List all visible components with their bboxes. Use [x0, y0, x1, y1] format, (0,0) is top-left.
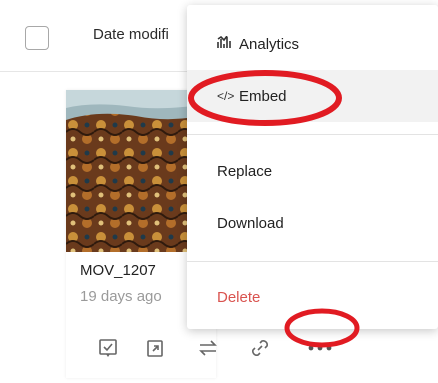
select-all-checkbox[interactable] — [25, 26, 49, 50]
menu-divider — [187, 134, 438, 135]
more-options-icon[interactable] — [304, 336, 336, 360]
card-action-bar — [66, 336, 366, 362]
link-icon[interactable] — [248, 336, 272, 360]
menu-item-embed[interactable]: </> Embed — [187, 70, 438, 122]
menu-item-analytics[interactable]: Analytics — [187, 18, 438, 70]
menu-item-replace[interactable]: Replace — [187, 145, 438, 197]
file-modified-date: 19 days ago — [80, 288, 162, 305]
select-check-icon[interactable] — [96, 336, 120, 360]
swap-icon[interactable] — [196, 336, 220, 360]
menu-item-label: Download — [217, 214, 284, 232]
menu-item-label: Analytics — [239, 35, 300, 53]
more-options-menu: Analytics </> Embed Replace Download Del… — [187, 5, 438, 329]
menu-item-label: Replace — [217, 162, 273, 180]
menu-item-label: Delete — [217, 288, 261, 306]
code-icon: </> — [217, 89, 235, 103]
file-name: MOV_1207 — [80, 262, 156, 279]
menu-divider — [187, 261, 438, 262]
menu-item-label: Embed — [239, 87, 287, 105]
menu-item-delete[interactable]: Delete — [187, 271, 438, 323]
date-modified-column-header[interactable]: Date modifi — [93, 26, 169, 43]
menu-item-download[interactable]: Download — [187, 197, 438, 249]
open-external-icon[interactable] — [143, 336, 167, 360]
analytics-icon — [217, 35, 233, 52]
